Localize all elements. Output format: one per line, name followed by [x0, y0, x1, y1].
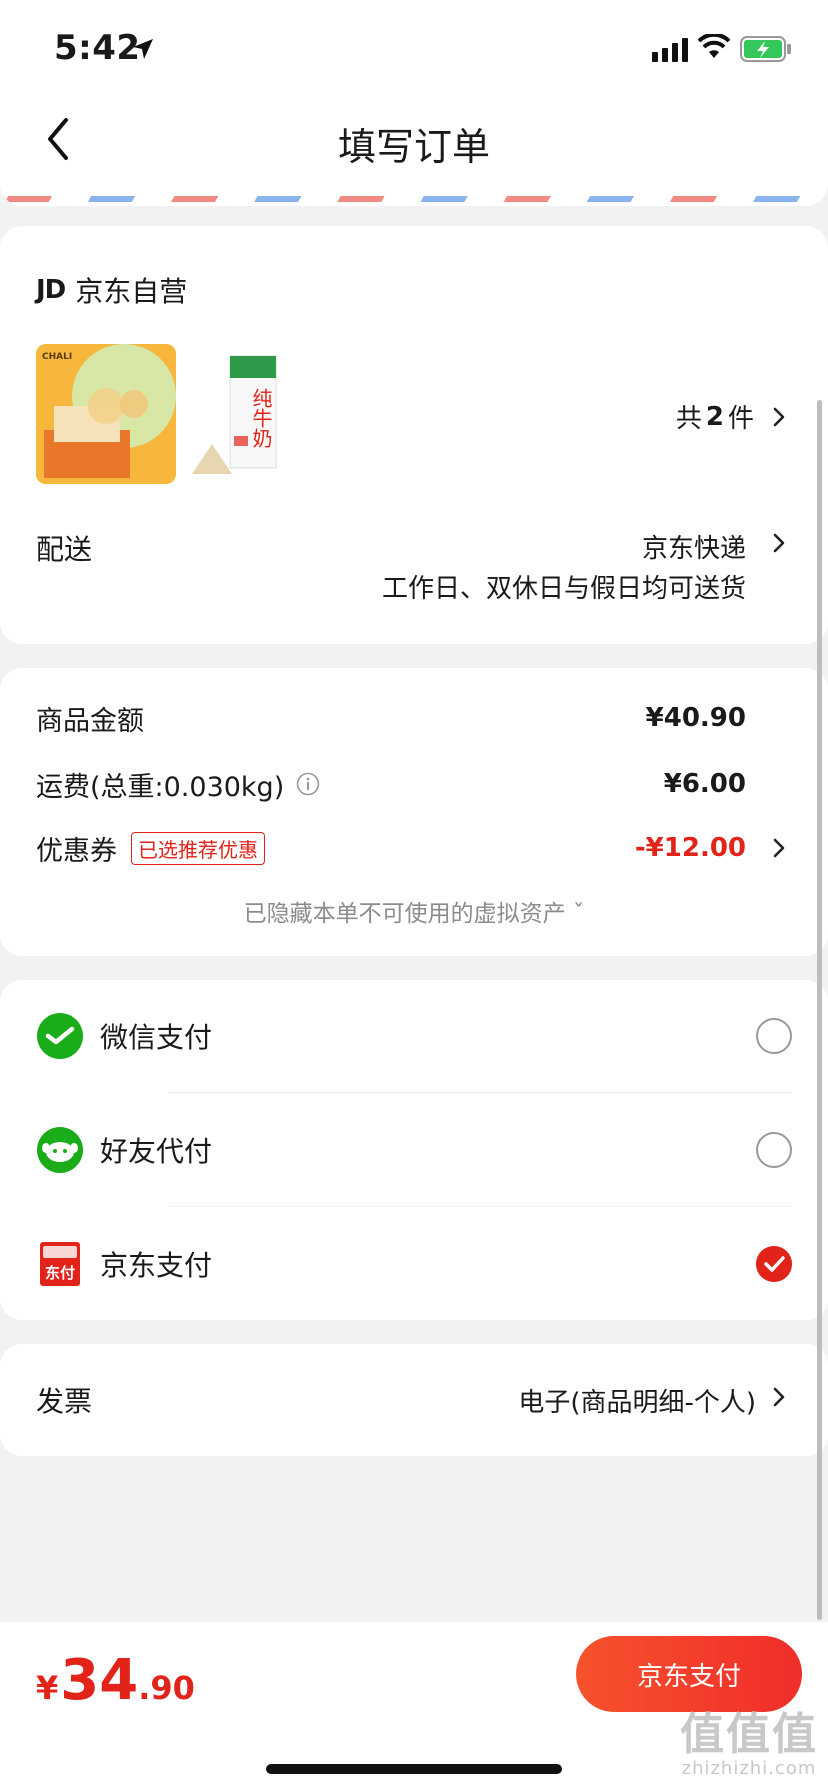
radio-unselected[interactable] — [756, 1132, 792, 1168]
delivery-note: 工作日、双休日与假日均可送货 — [381, 574, 746, 604]
goods-amount-label: 商品金额 — [36, 705, 144, 737]
product-milk-label: 纯牛奶 — [249, 388, 273, 448]
coupon-row[interactable]: 优惠券 已选推荐优惠 -¥12.00 — [36, 828, 786, 868]
order-items-card: JD 京东自营 CHALI 纯牛奶 共 2 件 配送 京东快递 工作日、双休日与… — [0, 226, 828, 644]
airmail-stripe-divider — [0, 184, 828, 206]
wifi-icon — [698, 34, 730, 58]
order-total: ¥ 34 .90 — [36, 1648, 195, 1713]
item-count: 2 — [705, 401, 724, 432]
chevron-right-icon — [773, 838, 785, 858]
payment-option-wechat[interactable]: 微信支付 — [0, 980, 828, 1092]
price-breakdown-card: 商品金额 ¥40.90 运费(总重:0.030kg) ¥6.00 优惠券 已选推… — [0, 668, 828, 956]
delivery-label: 配送 — [36, 533, 93, 566]
nav-bar: 填写订单 — [0, 96, 828, 184]
chevron-right-icon[interactable] — [772, 532, 786, 554]
goods-amount-row: 商品金额 ¥40.90 — [36, 698, 786, 738]
radio-selected-check-icon[interactable] — [756, 1246, 792, 1282]
total-decimal: .90 — [138, 1669, 195, 1707]
delivery-method[interactable]: 京东快递 — [642, 528, 746, 565]
submit-payment-button[interactable]: 京东支付 — [576, 1636, 802, 1712]
status-bar: 5:42 — [0, 0, 828, 96]
scrollbar[interactable] — [817, 400, 822, 1620]
coupon-label: 优惠券 — [36, 835, 117, 867]
invoice-label: 发票 — [36, 1385, 93, 1418]
jd-pay-icon: 东付 — [40, 1242, 80, 1286]
divider — [168, 1206, 792, 1207]
payment-label: 微信支付 — [100, 1021, 213, 1054]
item-count-prefix: 共 — [675, 404, 702, 434]
milk-carton-illustration — [192, 355, 277, 474]
coupon-badge: 已选推荐优惠 — [131, 831, 265, 865]
chevron-right-icon — [773, 1387, 785, 1407]
product-image-milk[interactable]: 纯牛奶 — [188, 354, 288, 486]
home-indicator[interactable] — [266, 1764, 562, 1774]
product-brand-label: CHALI — [42, 352, 73, 362]
total-integer: 34 — [60, 1648, 139, 1713]
coupon-value: -¥12.00 — [634, 833, 746, 863]
shop-header: JD 京东自营 — [36, 270, 187, 310]
chevron-right-icon — [773, 407, 785, 426]
jd-pay-icon-band — [43, 1246, 77, 1258]
payment-label: 京东支付 — [100, 1249, 213, 1282]
watermark: 值值值 zhizhizhi.com — [680, 1709, 818, 1780]
item-count-row[interactable]: 共 2 件 — [676, 398, 786, 435]
payment-option-jd[interactable]: 东付 京东支付 — [0, 1208, 828, 1320]
checkout-bar: ¥ 34 .90 京东支付 值值值 zhizhizhi.com — [0, 1622, 828, 1792]
shipping-row: 运费(总重:0.030kg) ¥6.00 — [36, 764, 786, 804]
total-currency: ¥ — [36, 1669, 59, 1707]
divider — [168, 1092, 792, 1093]
status-time: 5:42 — [54, 28, 141, 68]
jd-pay-icon-text: 东付 — [44, 1264, 75, 1282]
payment-methods-card: 微信支付 好友代付 东付 京东支付 — [0, 980, 828, 1320]
watermark-sub: zhizhizhi.com — [681, 1758, 817, 1779]
coupon-label-wrap: 优惠券 已选推荐优惠 — [36, 829, 635, 868]
shipping-value: ¥6.00 — [663, 769, 746, 799]
info-icon[interactable] — [296, 772, 320, 796]
item-count-suffix: 件 — [727, 404, 754, 434]
invoice-card[interactable]: 发票 电子(商品明细-个人) — [0, 1344, 828, 1456]
hidden-assets-toggle[interactable]: 已隐藏本单不可使用的虚拟资产 ˇ — [0, 894, 828, 928]
payment-option-friend[interactable]: 好友代付 — [0, 1094, 828, 1206]
jd-logo: JD — [36, 275, 66, 305]
tea-box-illustration — [36, 344, 176, 484]
product-image-tea[interactable]: CHALI — [36, 344, 176, 484]
shipping-label: 运费(总重:0.030kg) — [36, 771, 285, 803]
payment-label: 好友代付 — [100, 1135, 213, 1168]
wechat-pay-icon — [37, 1013, 83, 1059]
shop-name: 京东自营 — [75, 275, 188, 308]
shipping-label-wrap: 运费(总重:0.030kg) — [36, 765, 664, 804]
goods-amount-value: ¥40.90 — [645, 703, 746, 733]
radio-unselected[interactable] — [756, 1018, 792, 1054]
cellular-signal-icon — [652, 38, 688, 62]
watermark-main: 值值值 — [680, 1709, 818, 1760]
invoice-value: 电子(商品明细-个人) — [518, 1388, 756, 1418]
page-title: 填写订单 — [337, 125, 490, 169]
airmail-stripe-pattern — [0, 196, 828, 202]
friend-pay-icon — [37, 1127, 83, 1173]
location-arrow-icon — [133, 39, 153, 59]
battery-charging-icon — [740, 36, 791, 62]
